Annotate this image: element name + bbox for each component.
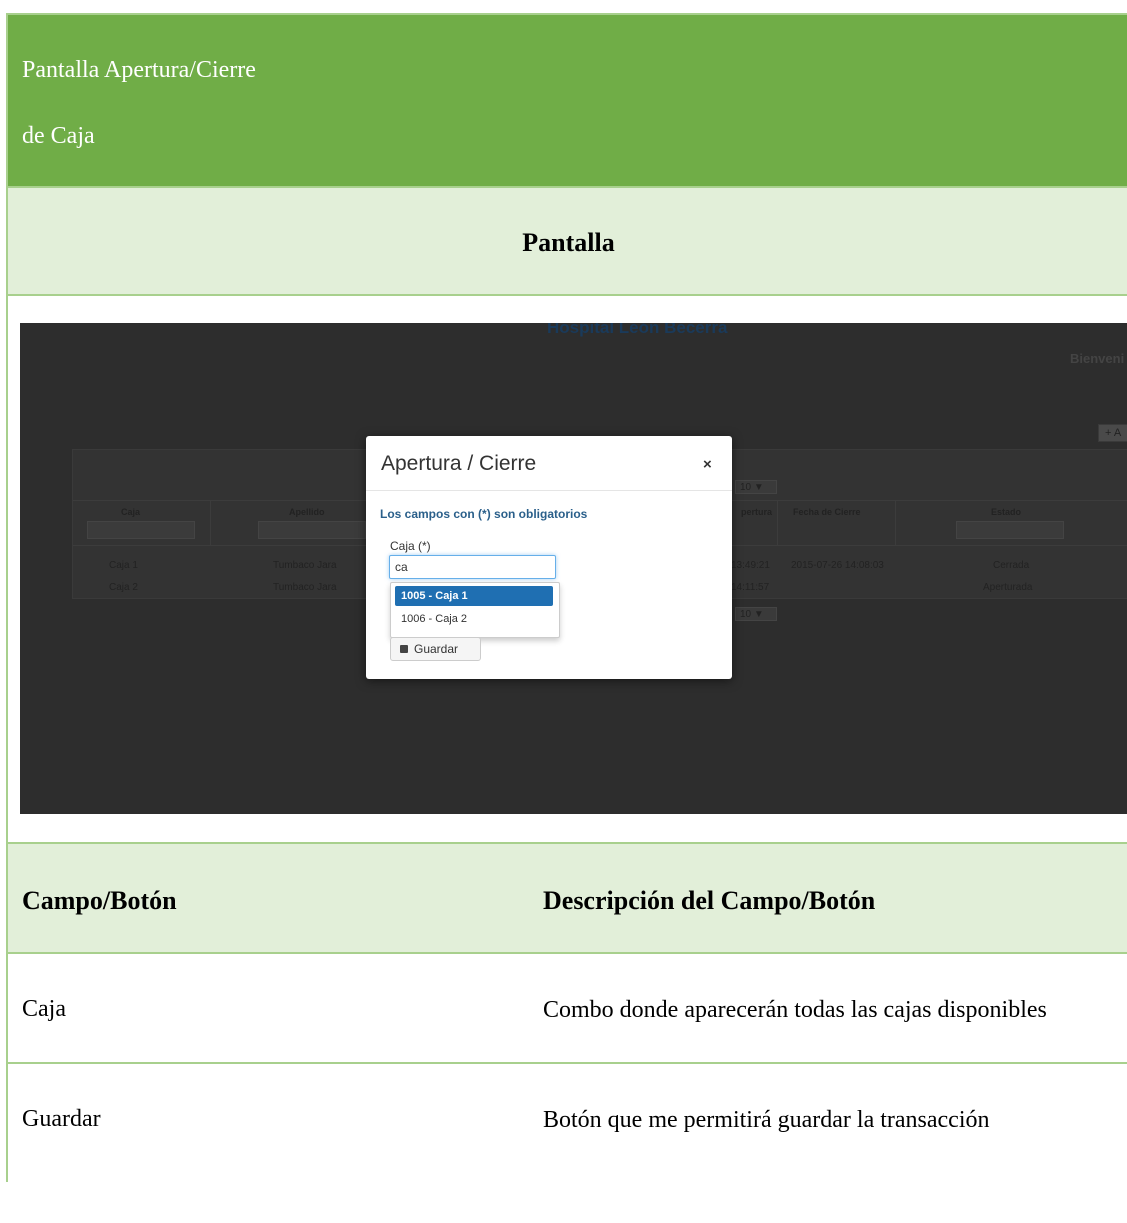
autocomplete-option[interactable]: 1006 - Caja 2: [395, 609, 553, 629]
save-button-label: Guardar: [414, 642, 459, 656]
modal-title: Apertura / Cierre: [381, 452, 537, 475]
table-row: Caja Combo donde aparecerán todas las ca…: [8, 954, 1127, 1064]
field-name: Caja: [22, 996, 66, 1022]
column-divider: [777, 501, 778, 545]
cell-estado: Cerrada: [993, 560, 1030, 571]
save-icon: [400, 644, 408, 653]
column-header-field: Campo/Botón: [22, 886, 177, 915]
table-row: Guardar Botón que me permitirá guardar l…: [8, 1064, 1127, 1182]
section-header-row: Pantalla: [8, 188, 1127, 296]
title-row: Pantalla Apertura/Cierre de Caja: [8, 13, 1127, 188]
required-fields-note: Los campos con (*) son obligatorios: [380, 507, 588, 521]
autocomplete-option[interactable]: 1005 - Caja 1: [395, 586, 553, 606]
column-header-description: Descripción del Campo/Botón: [543, 886, 876, 915]
filter-estado[interactable]: [956, 521, 1064, 539]
apertura-cierre-modal: Apertura / Cierre × Los campos con (*) s…: [366, 436, 732, 679]
filter-caja[interactable]: [87, 521, 195, 539]
page-size-select-top[interactable]: 10 ▼: [735, 480, 777, 494]
save-button[interactable]: Guardar: [390, 637, 481, 661]
document-table: Pantalla Apertura/Cierre de Caja Pantall…: [6, 13, 1127, 1182]
cell-apertura: 13:49:21: [731, 560, 770, 571]
column-divider: [895, 501, 896, 545]
modal-divider: [366, 490, 732, 491]
caja-field-label: Caja (*): [390, 539, 431, 553]
screenshot-row: Hospital León Becerra Bienveni + A 10 ▼ …: [8, 296, 1127, 844]
column-header-estado: Estado: [991, 507, 1022, 517]
hospital-title: Hospital León Becerra: [547, 323, 728, 337]
fields-table-header: Campo/Botón Descripción del Campo/Botón: [8, 844, 1127, 954]
cell-apellido: Tumbaco Jara: [273, 582, 337, 593]
column-header-apellido: Apellido: [289, 507, 325, 517]
column-header-cierre: Fecha de Cierre: [793, 507, 861, 517]
cell-caja: Caja 1: [109, 560, 138, 571]
filter-apellido[interactable]: [258, 521, 366, 539]
column-header-apertura: pertura: [741, 507, 773, 517]
title-line-1: Pantalla Apertura/Cierre: [22, 57, 256, 83]
caja-autocomplete-list: 1005 - Caja 1 1006 - Caja 2: [390, 582, 560, 638]
cell-cierre: 2015-07-26 14:08:03: [791, 560, 884, 571]
welcome-text: Bienveni: [1070, 351, 1125, 366]
field-name: Guardar: [22, 1106, 101, 1132]
cell-apertura: 14:11:57: [731, 582, 770, 593]
section-header: Pantalla: [522, 228, 615, 257]
column-divider: [210, 501, 211, 545]
column-header-caja: Caja: [121, 507, 141, 517]
page-size-select-bottom[interactable]: 10 ▼: [735, 607, 777, 621]
caja-input[interactable]: [389, 555, 556, 579]
cell-estado: Aperturada: [983, 582, 1033, 593]
app-screenshot: Hospital León Becerra Bienveni + A 10 ▼ …: [20, 323, 1127, 814]
field-description: Combo donde aparecerán todas las cajas d…: [543, 997, 1047, 1023]
add-button[interactable]: + A: [1098, 424, 1127, 442]
field-description: Botón que me permitirá guardar la transa…: [543, 1107, 990, 1133]
cell-apellido: Tumbaco Jara: [273, 560, 337, 571]
close-icon[interactable]: ×: [703, 456, 712, 473]
title-line-2: de Caja: [22, 123, 95, 149]
cell-caja: Caja 2: [109, 582, 138, 593]
